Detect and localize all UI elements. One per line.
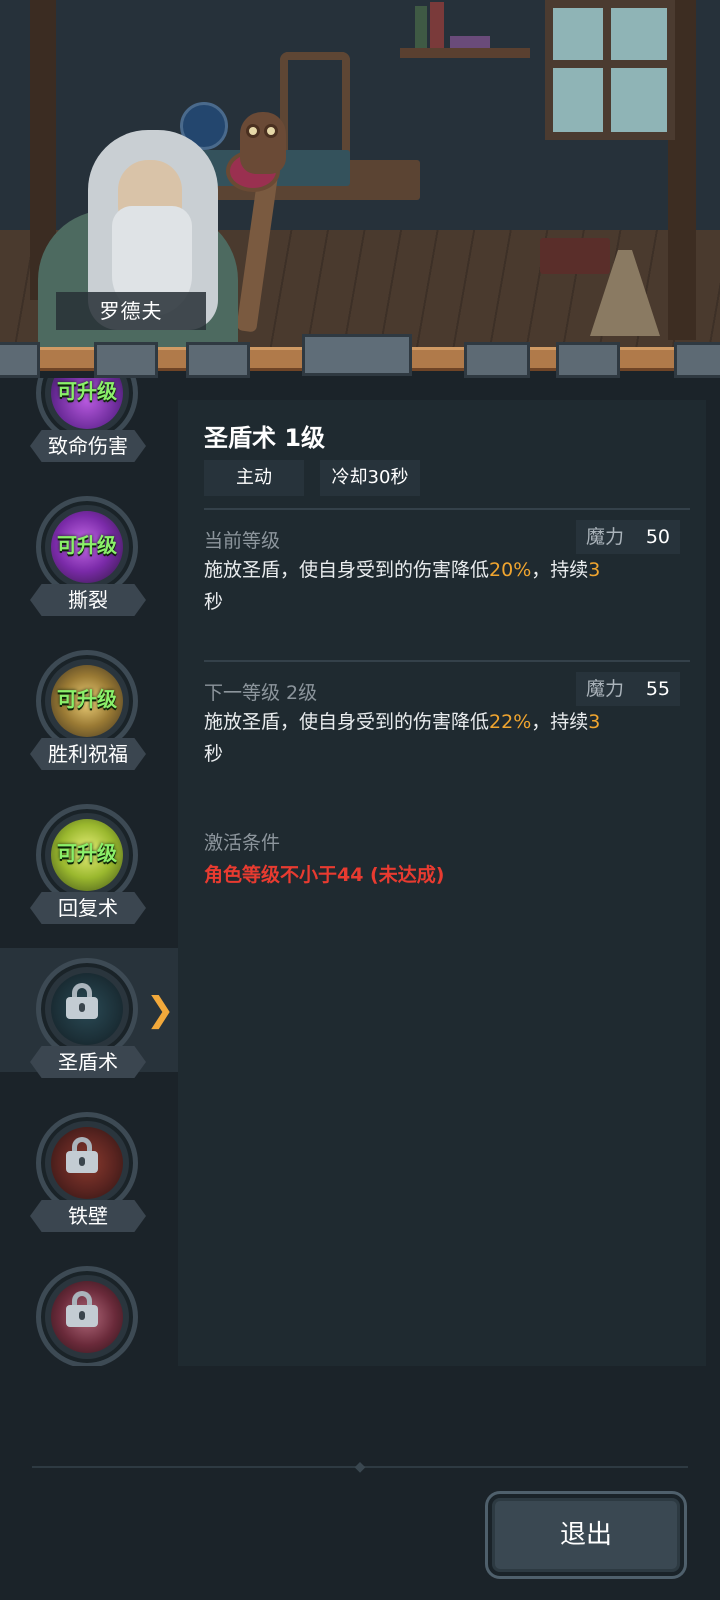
scene-book (430, 2, 444, 48)
skill-screen: 罗德夫 可升级 致命伤害 可升级 撕裂 可升级 胜利祝福 可升级 回复术 圣盾术… (0, 0, 720, 1600)
rail-clip (186, 342, 250, 378)
mana-value: 50 (645, 526, 670, 548)
chest-icon (540, 238, 610, 274)
scene-chair (280, 52, 350, 162)
skill-item-heal[interactable]: 可升级 回复术 (0, 794, 178, 924)
upgrade-badge: 可升级 (57, 379, 117, 403)
activation-condition-text: 角色等级不小于44 (未达成) (204, 864, 445, 886)
skill-icon-frame: 可升级 (36, 650, 138, 752)
desc-text: 施放圣盾，使自身受到的伤害降低 (204, 559, 490, 581)
desc-highlight: 3 (588, 559, 601, 581)
current-level-label: 当前等级 (204, 530, 281, 552)
skill-name: 铁壁 (68, 1204, 108, 1228)
desc-text: 秒 (204, 743, 224, 765)
skill-item-fatal-damage[interactable]: 可升级 致命伤害 (0, 378, 178, 462)
skill-icon-frame: 可升级 (36, 496, 138, 598)
skill-name: 致命伤害 (48, 434, 128, 458)
skill-name: 回复术 (58, 896, 118, 920)
rail-clip (94, 342, 158, 378)
upgrade-badge: 可升级 (57, 687, 117, 711)
upgrade-badge: 可升级 (57, 841, 117, 865)
activation-condition-label: 激活条件 (204, 832, 281, 854)
current-mana-box: 魔力 50 (576, 520, 680, 554)
rail-clip (556, 342, 620, 378)
rail-clip (464, 342, 530, 378)
scene-shelf (400, 48, 530, 58)
skill-list[interactable]: 可升级 致命伤害 可升级 撕裂 可升级 胜利祝福 可升级 回复术 圣盾术 ❯ 铁… (0, 378, 178, 1366)
owl-eye (264, 124, 278, 138)
desc-highlight: 3 (588, 711, 601, 733)
skill-icon-frame (36, 958, 138, 1060)
upgrade-badge: 可升级 (57, 533, 117, 557)
desc-text: ，持续 (531, 559, 589, 581)
rail-clip (0, 342, 40, 378)
owl-eye (246, 124, 260, 138)
skill-item-holy-shield[interactable]: 圣盾术 ❯ (0, 948, 178, 1078)
desc-highlight: 22% (489, 711, 532, 733)
next-mana-box: 魔力 55 (576, 672, 680, 706)
skill-icon-frame (36, 1266, 138, 1366)
skill-icon-frame: 可升级 (36, 804, 138, 906)
skill-name: 胜利祝福 (48, 742, 128, 766)
skill-item-locked[interactable] (0, 1256, 178, 1366)
footer-ornament-icon: ◆ (354, 1459, 366, 1475)
current-level-description: 施放圣盾，使自身受到的伤害降低20%，持续3 秒 (204, 554, 690, 618)
skill-item-victory-blessing[interactable]: 可升级 胜利祝福 (0, 640, 178, 770)
next-level-label: 下一等级 2级 (204, 682, 318, 704)
lock-icon (66, 1137, 98, 1173)
scene-window (545, 0, 675, 140)
selected-chevron-right-icon: ❯ (146, 990, 175, 1030)
skill-name: 撕裂 (68, 588, 108, 612)
rail-clip (674, 342, 720, 378)
rail-clip (302, 334, 412, 376)
npc-name: 罗德夫 (56, 292, 206, 330)
desc-text: 施放圣盾，使自身受到的伤害降低 (204, 711, 490, 733)
mana-label: 魔力 (586, 678, 625, 700)
desc-text: 秒 (204, 591, 224, 613)
skill-icon-frame (36, 1112, 138, 1214)
skill-item-tear[interactable]: 可升级 撕裂 (0, 486, 178, 616)
desc-highlight: 20% (489, 559, 532, 581)
lock-icon (66, 1291, 98, 1327)
scene-book (415, 6, 427, 48)
mana-value: 55 (645, 678, 670, 700)
skill-detail-panel: 圣盾术 1级 主动 冷却30秒 当前等级 魔力 50 施放圣盾，使自身受到的伤害… (178, 400, 706, 1366)
cooldown-tag: 冷却30秒 (320, 460, 420, 496)
npc-scene-illustration: 罗德夫 (0, 0, 720, 352)
skill-item-iron-wall[interactable]: 铁壁 (0, 1102, 178, 1232)
section-divider (204, 660, 690, 662)
section-divider (204, 508, 690, 510)
skill-name: 圣盾术 (58, 1050, 118, 1074)
owl-icon (240, 112, 286, 174)
exit-button[interactable]: 退出 (488, 1494, 684, 1576)
next-level-description: 施放圣盾，使自身受到的伤害降低22%，持续3 秒 (204, 706, 690, 770)
mana-label: 魔力 (586, 526, 625, 548)
skill-title: 圣盾术 1级 (204, 424, 326, 452)
lock-icon (66, 983, 98, 1019)
divider-rail (0, 334, 720, 378)
skill-type-tag: 主动 (204, 460, 304, 496)
scene-book (450, 36, 490, 48)
desc-text: ，持续 (531, 711, 589, 733)
